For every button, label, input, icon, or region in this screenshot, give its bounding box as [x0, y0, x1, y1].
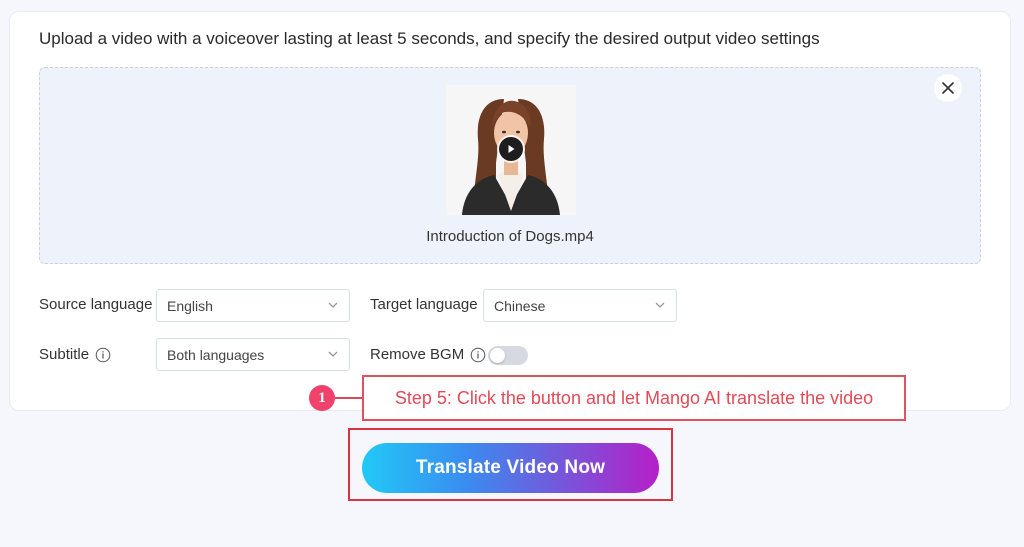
- subtitle-label: Subtitle: [39, 346, 111, 363]
- subtitle-select[interactable]: Both languages: [156, 338, 350, 371]
- video-dropzone[interactable]: Introduction of Dogs.mp4: [39, 67, 981, 264]
- remove-bgm-toggle[interactable]: [488, 346, 528, 365]
- step-number-badge: 1: [309, 385, 335, 411]
- source-language-label: Source language: [39, 296, 152, 313]
- target-language-label-text: Target language: [370, 296, 478, 313]
- play-button[interactable]: [499, 137, 523, 161]
- target-language-value: Chinese: [494, 297, 546, 314]
- video-filename: Introduction of Dogs.mp4: [426, 228, 594, 245]
- subtitle-label-text: Subtitle: [39, 346, 90, 363]
- target-language-label: Target language: [370, 296, 478, 313]
- instruction-text: Upload a video with a voiceover lasting …: [39, 29, 820, 48]
- remove-video-button[interactable]: [934, 74, 962, 102]
- subtitle-value: Both languages: [167, 346, 265, 363]
- step-callout-box: Step 5: Click the button and let Mango A…: [362, 375, 906, 421]
- step-callout-text: Step 5: Click the button and let Mango A…: [394, 387, 874, 408]
- callout-connector: [335, 397, 362, 399]
- play-icon: [508, 145, 515, 153]
- remove-bgm-info-icon[interactable]: [470, 347, 486, 363]
- remove-bgm-label-text: Remove BGM: [370, 346, 465, 363]
- source-language-label-text: Source language: [39, 296, 153, 313]
- translate-video-button[interactable]: Translate Video Now: [362, 443, 659, 493]
- subtitle-info-icon[interactable]: [95, 347, 111, 363]
- target-language-select[interactable]: Chinese: [483, 289, 677, 322]
- chevron-down-icon: [328, 302, 338, 308]
- remove-bgm-label: Remove BGM: [370, 346, 486, 363]
- close-icon: [942, 82, 954, 94]
- toggle-knob: [490, 348, 505, 363]
- chevron-down-icon: [328, 351, 338, 357]
- chevron-down-icon: [655, 302, 665, 308]
- source-language-select[interactable]: English: [156, 289, 350, 322]
- source-language-value: English: [167, 297, 213, 314]
- video-thumbnail[interactable]: [446, 85, 576, 215]
